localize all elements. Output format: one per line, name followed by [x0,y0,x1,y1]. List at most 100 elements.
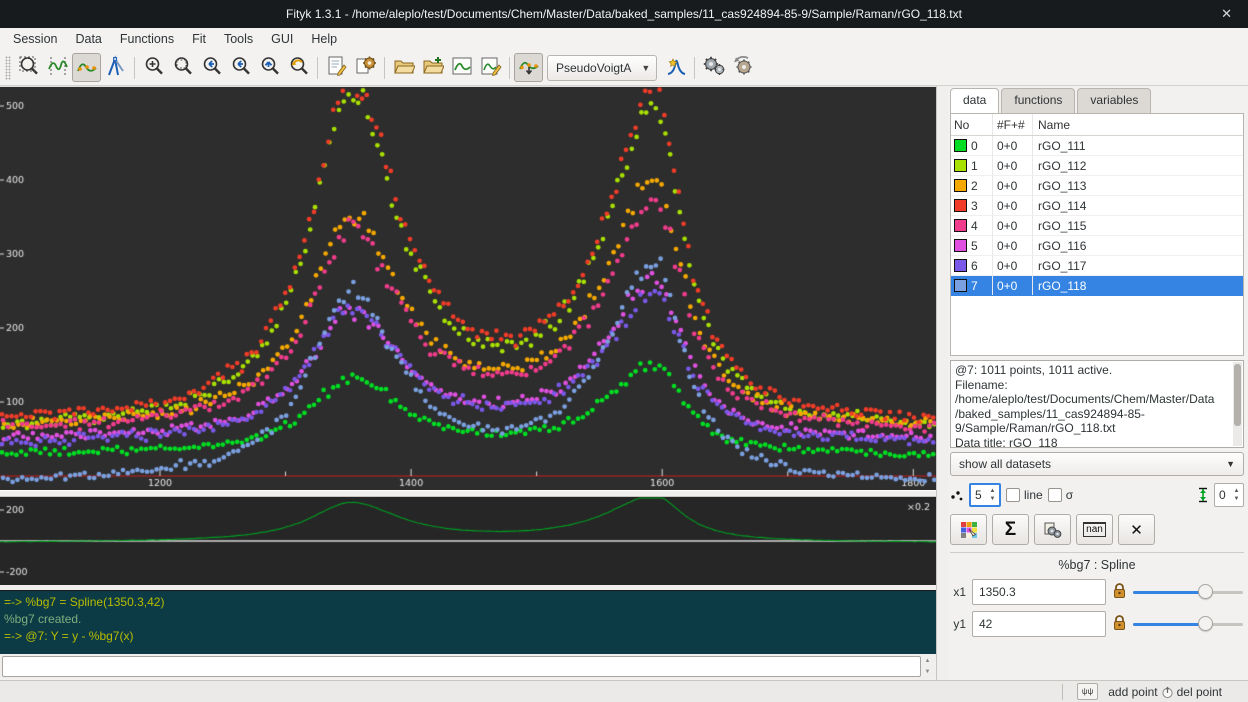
spinner-arrows-icon[interactable]: ▲▼ [1230,487,1243,503]
header-no[interactable]: No [951,114,993,135]
zoom-undo-button[interactable] [284,53,313,82]
undo-fit-button[interactable] [728,53,757,82]
zoom-box-button[interactable] [168,53,197,82]
run-fit-button[interactable] [699,53,728,82]
peak-type-dropdown[interactable]: PseudoVoigtA▼ [547,55,657,81]
dataset-color-swatch[interactable] [954,159,967,172]
vshift-spinner[interactable]: 0 ▲▼ [1214,483,1244,507]
sum-button[interactable]: Σ [992,514,1029,545]
aux-plot-canvas[interactable] [0,497,936,585]
copy-func-button[interactable] [1034,514,1071,545]
chevron-down-icon: ▼ [1226,459,1235,469]
open-data-append-button[interactable] [418,53,447,82]
slider-handle[interactable] [1198,616,1213,631]
param-slider[interactable] [1133,584,1243,600]
zoom-left-button[interactable] [197,53,226,82]
open-data-button[interactable] [389,53,418,82]
zoom-mode-button[interactable] [14,53,43,82]
sidebar: datafunctionsvariables No#F+#Name00+0rGO… [948,86,1248,680]
nan-button[interactable]: nan [1076,514,1113,545]
zoom-right-button[interactable] [226,53,255,82]
cell-name: rGO_115 [1033,216,1243,235]
dataset-color-swatch[interactable] [954,279,967,292]
del-point-hint: del point [1177,685,1222,699]
info-scrollbar[interactable] [1233,362,1242,446]
menu-item-fit[interactable]: Fit [183,30,215,48]
toolbar-separator [384,57,385,79]
menu-item-gui[interactable]: GUI [262,30,302,48]
menu-item-data[interactable]: Data [66,30,110,48]
param-value-field[interactable]: 1350.3 [972,579,1106,605]
slider-handle[interactable] [1198,584,1213,599]
lock-icon[interactable] [1112,614,1127,634]
run-script-button[interactable] [351,53,380,82]
coords-format-button[interactable]: ψψ [1077,683,1098,700]
zoom-left-icon [201,55,223,80]
sum-icon: Σ [1005,519,1016,541]
plot-frame-button[interactable] [447,53,476,82]
dataset-row-rGO_111[interactable]: 00+0rGO_111 [951,136,1243,156]
main-plot-canvas[interactable] [0,87,936,490]
cell-name: rGO_116 [1033,236,1243,255]
command-input[interactable] [2,656,921,677]
dataset-color-swatch[interactable] [954,199,967,212]
lock-icon[interactable] [1112,582,1127,602]
chevron-down-icon: ▼ [641,63,650,73]
header-ff[interactable]: #F+# [993,114,1033,135]
tab-data[interactable]: data [950,88,999,113]
dataset-color-swatch[interactable] [954,239,967,252]
tab-variables[interactable]: variables [1077,88,1151,113]
menu-item-functions[interactable]: Functions [111,30,183,48]
toolbar-drag-handle[interactable] [5,56,11,80]
zoom-up-button[interactable] [255,53,284,82]
header-name[interactable]: Name [1033,114,1243,135]
dataset-info: @7: 1011 points, 1011 active.Filename: /… [950,360,1244,448]
dataset-row-rGO_117[interactable]: 60+0rGO_117 [951,256,1243,276]
dataset-row-rGO_112[interactable]: 10+0rGO_112 [951,156,1243,176]
dataset-row-rGO_116[interactable]: 50+0rGO_116 [951,236,1243,256]
table-header: No#F+#Name [951,114,1243,136]
dataset-row-rGO_118[interactable]: 70+0rGO_118 [951,276,1243,296]
sidebar-splitter[interactable] [936,86,948,680]
dataset-color-swatch[interactable] [954,179,967,192]
param-label: y1 [950,617,966,631]
dataset-row-rGO_113[interactable]: 20+0rGO_113 [951,176,1243,196]
dataset-color-swatch[interactable] [954,259,967,272]
plot-splitter[interactable] [0,490,936,497]
peak-draw-mode-button[interactable] [101,53,130,82]
zoom-right-icon [230,55,252,80]
param-value-field[interactable]: 42 [972,611,1106,637]
point-size-spinner[interactable]: 5 ▲▼ [969,483,1001,507]
cell-name: rGO_112 [1033,156,1243,175]
delete-dataset-button[interactable]: ✕ [1118,514,1155,545]
delete-icon: ✕ [1130,521,1143,539]
baseline-mode-button[interactable] [72,53,101,82]
zoom-in-button[interactable] [139,53,168,82]
line-checkbox[interactable] [1006,488,1020,502]
dataset-color-swatch[interactable] [954,219,967,232]
spinner-arrows-icon[interactable]: ▲▼ [986,487,999,503]
line-checkbox-label: line [1024,488,1043,502]
menu-item-session[interactable]: Session [4,30,66,48]
main-plot-area[interactable] [0,86,936,490]
sigma-checkbox[interactable] [1048,488,1062,502]
menu-item-tools[interactable]: Tools [215,30,262,48]
aux-plot-area[interactable] [0,497,936,585]
menu-item-help[interactable]: Help [302,30,346,48]
range-mode-button[interactable] [43,53,72,82]
param-slider[interactable] [1133,616,1243,632]
add-peak-button[interactable] [661,53,690,82]
show-datasets-label: show all datasets [959,457,1226,471]
input-history-scroll[interactable]: ▲▼ [921,656,934,677]
dataset-colors-button[interactable] [950,514,987,545]
close-icon[interactable]: ✕ [1215,0,1238,28]
dataset-color-swatch[interactable] [954,139,967,152]
dataset-row-rGO_114[interactable]: 30+0rGO_114 [951,196,1243,216]
strip-background-button[interactable] [514,53,543,82]
vshift-value: 0 [1215,488,1230,502]
dataset-row-rGO_115[interactable]: 40+0rGO_115 [951,216,1243,236]
edit-script-button[interactable] [322,53,351,82]
tab-functions[interactable]: functions [1001,88,1075,113]
show-datasets-dropdown[interactable]: show all datasets ▼ [950,452,1244,476]
plot-edit-button[interactable] [476,53,505,82]
